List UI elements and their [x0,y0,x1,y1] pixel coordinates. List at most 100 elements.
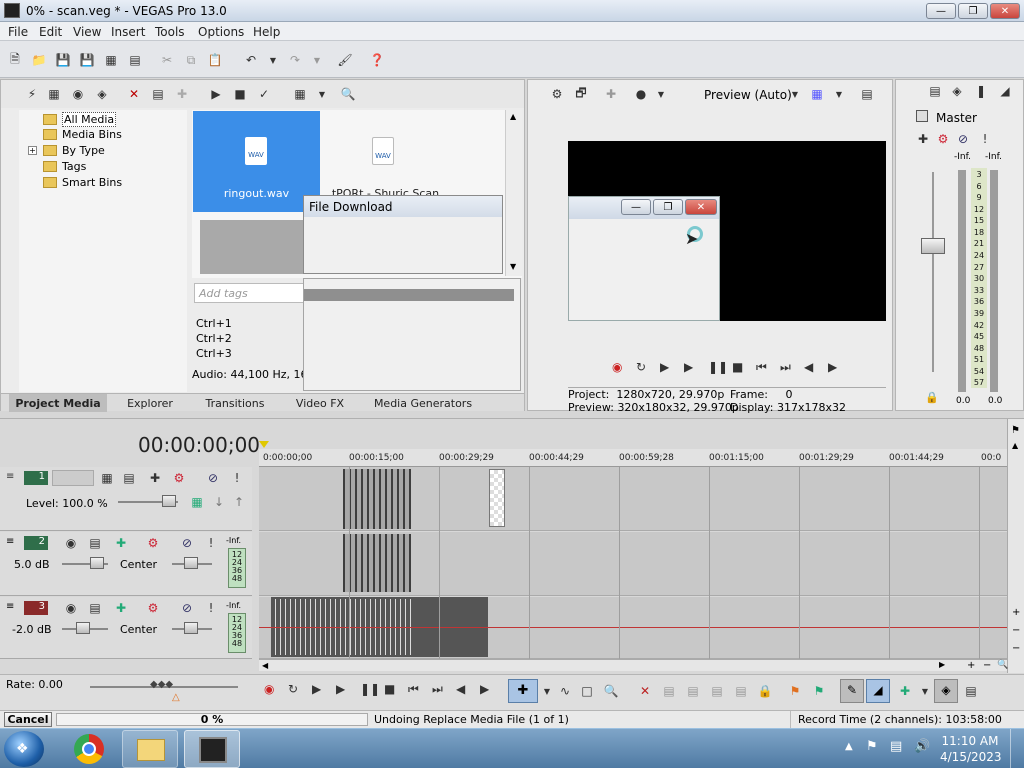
media-generator-icon[interactable]: ✚ [173,85,191,103]
file-download-dialog[interactable]: File Download [303,195,503,274]
get-media-icon[interactable]: ◉ [69,85,87,103]
go-to-start-icon[interactable]: ⏮ [756,360,767,375]
timeline-ruler[interactable]: 0:00:00;00 00:00:15;00 00:00:29;29 00:00… [259,449,1007,467]
menu-insert[interactable]: Insert [111,25,145,39]
volume-envelope[interactable] [259,627,1007,628]
undo-icon[interactable]: ↶ [242,51,260,69]
fx-icon[interactable]: ✚ [602,85,620,103]
track-2-volume-thumb[interactable] [90,557,104,569]
track-1-header[interactable]: ≡ 1 ▦ ▤ ✚ ⚙ ⊘ ! Level: 100.0 % ▦ ↓ ↑ [0,467,252,531]
track-2-solo-icon[interactable]: ! [202,534,220,552]
track-2-mute-icon[interactable]: ⊘ [178,534,196,552]
scroll-up-icon[interactable]: ▲ [510,112,516,121]
scroll-right-icon[interactable]: ▶ [939,660,945,669]
expand-icon[interactable]: + [28,146,37,155]
loop-icon[interactable]: ↻ [288,682,298,696]
scroll-up-icon[interactable]: ▲ [1012,441,1018,450]
track-3-lane[interactable] [259,597,1007,659]
capture-icon[interactable]: ▦ [45,85,63,103]
undo-dropdown-icon[interactable]: ▼ [264,51,282,69]
tree-item-media-bins[interactable]: Media Bins [43,128,122,141]
media-scrollbar[interactable]: ▲ ▼ [505,110,522,276]
import-media-icon[interactable]: ⚡ [23,85,41,103]
open-icon[interactable]: 📁 [30,51,48,69]
start-button[interactable]: ❖ [4,731,44,767]
record-icon[interactable]: ◉ [612,360,622,374]
make-compositing-child-icon[interactable]: ↓ [210,493,228,511]
floating-maximize-button[interactable]: ❐ [653,199,683,215]
pause-icon[interactable]: ❚❚ [360,682,380,696]
ignore-grouping-icon[interactable]: ▤ [962,682,980,700]
file-download-titlebar[interactable]: File Download [304,196,502,217]
trim-end-icon[interactable]: ▤ [708,682,726,700]
cancel-button[interactable]: Cancel [4,712,52,727]
next-frame-icon[interactable]: ▶ [480,682,489,696]
tab-video-fx[interactable]: Video FX [283,394,357,412]
taskbar-clock[interactable]: 11:10 AM 4/15/2023 [940,733,1002,765]
stop-media-icon[interactable]: ■ [231,85,249,103]
previous-frame-icon[interactable]: ◀ [456,682,465,696]
ripple-dropdown-icon[interactable]: ▼ [916,682,934,700]
media-fx-icon[interactable]: ▤ [149,85,167,103]
play-media-icon[interactable]: ▶ [207,85,225,103]
views-dropdown-icon[interactable]: ▼ [313,85,331,103]
cursor-marker-icon[interactable] [259,441,269,448]
track-1-name-field[interactable] [52,470,94,486]
track-2-header[interactable]: ≡ 2 ◉ ▤ ✚ ⚙ ⊘ ! -Inf. 5.0 dB Center 12 24… [0,532,252,596]
track-3-header[interactable]: ≡ 3 ◉ ▤ ✚ ⚙ ⊘ ! -Inf. -2.0 dB Center 12 2… [0,597,252,659]
taskbar-vegas[interactable] [184,730,240,768]
zoom-in-time-icon[interactable]: + [967,660,975,671]
insert-marker-icon[interactable]: ⚑ [786,682,804,700]
envelope-tool-icon[interactable]: ∿ [556,682,574,700]
paste-icon[interactable]: 📋 [206,51,224,69]
save-as-icon[interactable]: 💾 [78,51,96,69]
insert-region-icon[interactable]: ⚑ [810,682,828,700]
properties-icon[interactable]: ▤ [126,51,144,69]
tab-transitions[interactable]: Transitions [193,394,277,412]
audio-event-strobe[interactable] [343,534,411,592]
cut-icon[interactable]: ✂ [158,51,176,69]
arm-record-icon[interactable]: ◉ [62,599,80,617]
track-fx-icon[interactable]: ⚙ [170,469,188,487]
master-monitor-icon[interactable] [916,110,928,122]
timeline-horizontal-scrollbar[interactable]: ◀ ▶ + − 🔍 [259,659,1008,671]
whats-this-icon[interactable]: ❓ [368,51,386,69]
go-to-end-icon[interactable]: ⏭ [780,360,791,375]
mixer-props-icon[interactable]: ▤ [926,82,944,100]
auto-crossfade-toggle[interactable]: ◢ [866,679,890,703]
track-1-lane[interactable] [259,467,1007,531]
arm-record-icon[interactable]: ◉ [62,534,80,552]
selection-tool-icon[interactable]: □ [578,682,596,700]
master-fader[interactable] [921,238,945,254]
track-3-solo-icon[interactable]: ! [202,599,220,617]
go-to-start-icon[interactable]: ⏮ [408,682,419,697]
next-frame-icon[interactable]: ▶ [828,360,837,374]
track-motion-icon[interactable]: ✚ [146,469,164,487]
render-icon[interactable]: ▦ [102,51,120,69]
stop-icon[interactable]: ■ [732,360,743,374]
split-icon[interactable]: ▤ [732,682,750,700]
tree-item-by-type[interactable]: By Type [43,144,105,157]
tab-project-media[interactable]: Project Media [9,394,107,412]
split-screen-icon[interactable]: ● [632,85,650,103]
timeline-vertical-scrollbar[interactable]: ⚑ ▲ + − − [1007,419,1024,673]
menu-file[interactable]: File [8,25,28,39]
make-compositing-parent-icon[interactable]: ↑ [230,493,248,511]
normal-edit-tool[interactable]: ✚ [508,679,538,703]
track-2-input-icon[interactable]: ✚ [112,534,130,552]
scroll-left-icon[interactable]: ◀ [262,661,268,670]
track-1-solo-icon[interactable]: ! [228,469,246,487]
zoom-out-time-icon[interactable]: − [983,660,991,671]
web-icon[interactable]: ◈ [93,85,111,103]
zoom-icon[interactable]: 🔍 [997,660,1008,670]
zoom-out-tracks-icon[interactable]: − [1012,625,1020,636]
master-mute-icon[interactable]: ⊘ [954,130,972,148]
play-icon[interactable]: ▶ [684,360,693,374]
edit-tool-dropdown-icon[interactable]: ▼ [538,682,556,700]
save-icon[interactable]: 💾 [54,51,72,69]
track-3-input-icon[interactable]: ✚ [112,599,130,617]
go-to-end-icon[interactable]: ⏭ [432,682,443,697]
stop-icon[interactable]: ■ [384,682,395,696]
track-1-minimize-icon[interactable]: ≡ [6,471,18,487]
track-3-mute-icon[interactable]: ⊘ [178,599,196,617]
